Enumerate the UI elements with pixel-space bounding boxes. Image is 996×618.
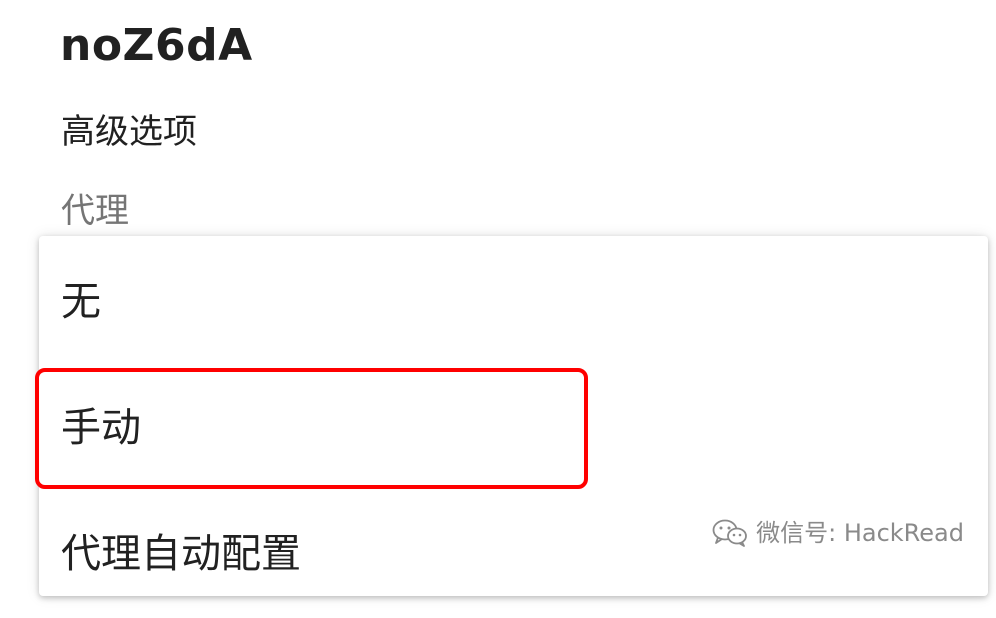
proxy-label: 代理 [61, 191, 129, 231]
proxy-option-label: 无 [61, 279, 101, 325]
proxy-option-manual[interactable]: 手动 [39, 364, 988, 492]
wechat-icon [712, 519, 748, 547]
proxy-option-none[interactable]: 无 [39, 238, 988, 366]
network-name-title: noZ6dA [60, 20, 253, 71]
proxy-option-label: 手动 [61, 405, 141, 451]
watermark-text: 微信号: HackRead [756, 519, 964, 547]
advanced-options-label: 高级选项 [61, 112, 197, 152]
proxy-option-auto-config[interactable]: 代理自动配置 [39, 490, 988, 618]
watermark: 微信号: HackRead [712, 515, 964, 551]
proxy-option-label: 代理自动配置 [61, 531, 301, 577]
